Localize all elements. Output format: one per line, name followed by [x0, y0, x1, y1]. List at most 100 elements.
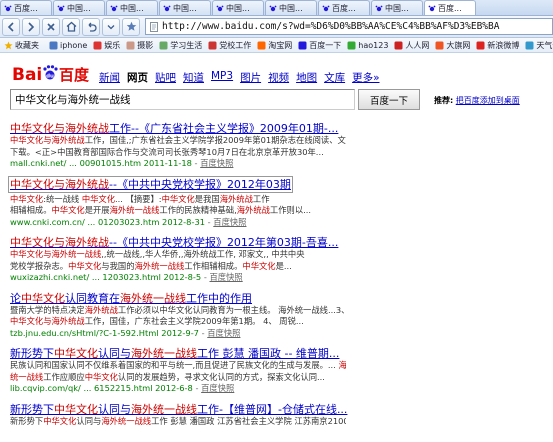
favorite-label: 天气预报: [536, 40, 553, 50]
result-title-link[interactable]: 中华文化与海外统战--《中共中央党校学报》2012年第03期-吾喜...: [10, 236, 546, 249]
result-url: wuxizazhi.cnki.net/ ... 1203023.html 201…: [10, 272, 243, 282]
result-url: lib.cqvip.com/qk/ ... 6152215.html 2012-…: [10, 383, 235, 393]
cache-link[interactable]: 百度快照: [201, 383, 234, 393]
cache-link[interactable]: 百度快照: [207, 328, 240, 338]
favorites-menu[interactable]: 收藏夹: [4, 40, 39, 51]
favorite-link[interactable]: 党校工作: [208, 40, 251, 51]
address-bar[interactable]: http://www.baidu.com/s?wd=%D6%D0%BB%AA%C…: [145, 18, 553, 35]
search-result: 新形势下中华文化认同与海外统一战线工作 彭慧 潘国政 -- 维普期... 民族认同…: [10, 347, 546, 395]
nav-link[interactable]: 文库: [324, 70, 345, 85]
url-text[interactable]: http://www.baidu.com/s?wd=%D6%D0%BB%AA%C…: [162, 21, 499, 32]
stop-button[interactable]: [42, 17, 60, 36]
favorite-label: 淘宝网: [268, 40, 293, 50]
search-results: 中华文化与海外统战工作--《广东省社会主义学报》2009年01期-... 中华文化…: [8, 122, 546, 435]
back-button[interactable]: [2, 17, 20, 36]
nav-link[interactable]: 地图: [296, 70, 317, 85]
search-result: 论中华文化认同教育在海外统一战线工作中的作用 暨南大学的特点决定海外统战工作必须以…: [10, 292, 546, 340]
close-icon: [47, 22, 55, 31]
favorite-label: hao123: [358, 40, 389, 50]
favorite-link[interactable]: iphone: [49, 41, 87, 50]
result-url-text: lib.cqvip.com/qk/ ... 6152215.html 2012-…: [10, 383, 193, 393]
favorite-button[interactable]: [122, 17, 140, 36]
tab-title: 中国...: [226, 3, 250, 13]
favorite-link[interactable]: 人人网: [394, 40, 429, 51]
nav-link[interactable]: 图片: [240, 70, 261, 85]
tab-title: 中国...: [67, 3, 91, 13]
result-title-link[interactable]: 新形势下中华文化认同与海外统一战线工作 彭慧 潘国政 -- 维普期...: [10, 347, 546, 360]
star-icon: [4, 41, 13, 49]
browser-tab[interactable]: 百度...: [0, 0, 52, 15]
favorite-link[interactable]: 学习生活: [159, 40, 202, 51]
browser-tab[interactable]: 百度...: [318, 0, 370, 15]
result-title-link[interactable]: 中华文化与海外统战工作--《广东省社会主义学报》2009年01期-...: [10, 122, 546, 135]
favorite-label: 摄影: [137, 40, 154, 50]
search-result: 中华文化与海外统战--《中共中央党校学报》2012年第03期-吾喜... 中华文化…: [10, 236, 546, 284]
favorite-link[interactable]: 新浪微博: [476, 40, 519, 51]
svg-text:Bai: Bai: [12, 65, 42, 85]
result-title-link[interactable]: 论中华文化认同教育在海外统一战线工作中的作用: [10, 292, 546, 305]
nav-link[interactable]: 贴吧: [155, 70, 176, 85]
paw-icon: [322, 5, 330, 12]
home-button[interactable]: [62, 17, 80, 36]
favorite-link[interactable]: 百度一下: [298, 40, 341, 51]
forward-arrow-icon: [28, 21, 35, 32]
favorite-link[interactable]: hao123: [347, 41, 388, 50]
favorite-site-icon: [257, 41, 266, 49]
result-snippet: 中华文化:统一战线 中华文化... 【摘要】:中华文化是我国海外统战工作: [10, 193, 270, 204]
back-arrow-icon: [7, 21, 14, 32]
favorite-link[interactable]: 淘宝网: [257, 40, 292, 51]
browser-tab[interactable]: 中国...: [159, 0, 211, 15]
browser-tab[interactable]: 中国...: [265, 0, 317, 15]
add-to-desktop-link[interactable]: 把百度添加到桌面: [456, 96, 520, 105]
result-snippet: 中华文化与海外统战工作，国佳，广东社会主义学院2009年第1期。 4、 周锐..…: [10, 316, 304, 326]
cache-link[interactable]: 百度快照: [210, 272, 243, 282]
chevron-down-icon: [107, 24, 115, 29]
paw-icon: [4, 5, 12, 12]
paw-icon: [57, 5, 65, 12]
browser-tab[interactable]: 中国...: [212, 0, 264, 15]
nav-link[interactable]: MP3: [211, 70, 233, 85]
dropdown-button[interactable]: [102, 17, 120, 36]
result-url-text: mall.cnki.net/ ... 00901015.htm 2011-11-…: [10, 158, 192, 168]
baidu-logo[interactable]: Bai du 百度: [12, 63, 92, 85]
paw-icon: du: [43, 65, 58, 80]
paw-icon: [269, 5, 277, 12]
result-url: www.cnki.com.cn/ ... 01203023.htm 2012-8…: [10, 216, 247, 227]
favorite-link[interactable]: 娱乐: [93, 40, 120, 51]
cache-link[interactable]: 百度快照: [200, 158, 233, 168]
nav-link[interactable]: 知道: [183, 70, 204, 85]
nav-link[interactable]: 新闻: [99, 70, 120, 85]
tab-strip: 百度... 中国... 中国... 中国... 中国... 中国... 百度... 中国...…: [0, 0, 553, 16]
undo-button[interactable]: [82, 17, 100, 36]
result-title-link[interactable]: 中华文化与海外统战--《中共中央党校学报》2012年03期: [8, 175, 293, 193]
favorite-site-icon: [394, 41, 403, 49]
star-icon: [126, 21, 136, 31]
search-result: 中华文化与海外统战工作--《广东省社会主义学报》2009年01期-... 中华文化…: [10, 122, 546, 170]
nav-link[interactable]: 网页: [127, 70, 148, 85]
search-button[interactable]: 百度一下: [358, 89, 420, 110]
nav-link[interactable]: 视频: [268, 70, 289, 85]
result-snippet: 相辅相成。中华文化是开展海外统一战线工作的民族精神基础,海外统战工作则以...: [10, 205, 312, 215]
favorite-site-icon: [49, 41, 58, 49]
nav-link[interactable]: 更多»: [352, 70, 379, 85]
result-snippet: 新形势下中华文化认同与海外统一战线工作 彭慧 潘国政 江苏省社会主义学院 江苏南…: [10, 415, 346, 426]
product-nav: 新闻 网页 贴吧 知道 MP3 图片 视频 地图 文库 更多»: [99, 70, 387, 85]
search-input[interactable]: [10, 89, 355, 110]
browser-tab[interactable]: 中国...: [53, 0, 105, 15]
tab-title: 中国...: [279, 3, 303, 13]
cache-link[interactable]: 百度快照: [213, 217, 246, 227]
favorite-site-icon: [347, 41, 356, 49]
forward-button[interactable]: [22, 17, 40, 36]
favorite-site-icon: [93, 41, 102, 49]
paw-icon: [110, 5, 118, 12]
favorite-link[interactable]: 大旗网: [435, 40, 470, 51]
browser-tab[interactable]: 中国...: [106, 0, 158, 15]
result-title-link[interactable]: 新形势下中华文化认同与海外统一战线工作-【维普网】-仓储式在线...: [10, 403, 546, 416]
favorite-site-icon: [126, 41, 135, 49]
favorite-link[interactable]: 天气预报: [525, 40, 553, 51]
browser-tab[interactable]: 中国...: [371, 0, 423, 15]
search-result: 中华文化与海外统战--《中共中央党校学报》2012年03期 中华文化:统一战线 中…: [8, 175, 546, 229]
browser-tab[interactable]: 百度...: [424, 0, 476, 15]
favorite-link[interactable]: 摄影: [126, 40, 153, 51]
result-snippet: 中华文化与海外统一战线,,统一战线,,华人华侨,,海外统战工作, 邓家文,, 中…: [10, 249, 305, 259]
